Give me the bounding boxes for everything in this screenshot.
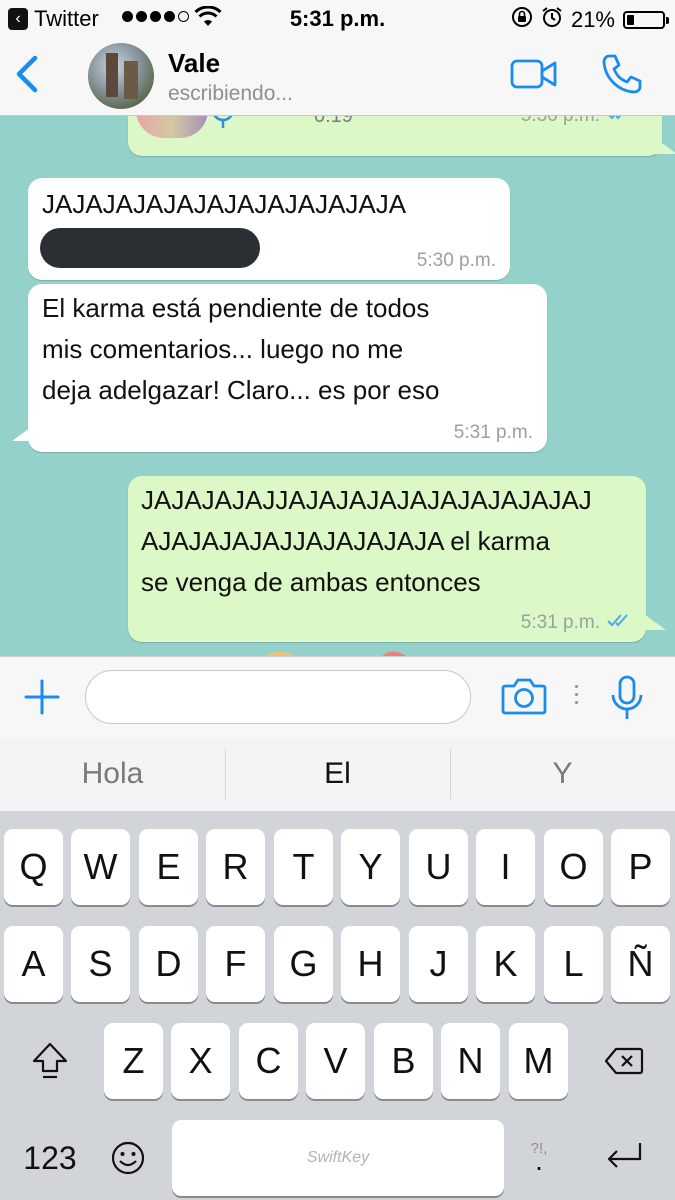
emoji-icon (111, 1141, 145, 1175)
key-w[interactable]: W (71, 829, 130, 905)
message-input-bar (0, 656, 675, 737)
key-i[interactable]: I (476, 829, 535, 905)
outgoing-message-bubble[interactable]: JAJAJAJAJJAJAJAJAJAJAJAJAJAJAJ AJAJAJAJA… (128, 476, 646, 642)
suggestion-center[interactable]: El (225, 737, 450, 811)
read-receipt-icon (606, 116, 632, 127)
key-b[interactable]: B (374, 1023, 433, 1099)
alarm-icon (541, 6, 563, 34)
key-l[interactable]: L (544, 926, 603, 1002)
phone-call-icon[interactable] (600, 52, 644, 101)
message-line: deja adelgazar! Claro... es por eso (42, 375, 440, 405)
suggestion-right[interactable]: Y (450, 737, 675, 811)
shift-key[interactable] (4, 1023, 96, 1099)
message-time: 5:30 p.m. (416, 250, 496, 271)
message-meta: 5:31 p.m. (521, 612, 632, 634)
message-line: se venga de ambas entonces (141, 567, 481, 597)
punctuation-key[interactable]: ?!, · (506, 1120, 572, 1196)
read-receipt-icon (606, 612, 632, 634)
chat-header: Vale escribiendo... (0, 36, 675, 116)
contact-status: escribiendo... (168, 82, 293, 105)
key-g[interactable]: G (274, 926, 333, 1002)
emoji-key[interactable] (96, 1120, 160, 1196)
status-bar: ‹ Twitter 5:31 p.m. 21% (0, 0, 675, 36)
space-key[interactable]: SwiftKey (172, 1120, 504, 1196)
key-e[interactable]: E (139, 829, 198, 905)
camera-icon[interactable] (501, 677, 547, 720)
redacted-text (40, 228, 260, 268)
sticker-partial (250, 636, 410, 656)
voice-sender-thumbnail (136, 116, 208, 138)
key-j[interactable]: J (409, 926, 468, 1002)
bubble-tail (644, 614, 666, 630)
message-time: 5:31 p.m. (453, 422, 533, 443)
key-n-tilde[interactable]: Ñ (611, 926, 670, 1002)
voice-duration: 0:19 (314, 116, 353, 127)
key-r[interactable]: R (206, 829, 265, 905)
message-text: El karma está pendiente de todos mis com… (42, 288, 439, 411)
message-text: JAJAJAJAJJAJAJAJAJAJAJAJAJAJAJ AJAJAJAJA… (141, 480, 592, 603)
bubble-tail (12, 425, 34, 441)
key-f[interactable]: F (206, 926, 265, 1002)
key-y[interactable]: Y (341, 829, 400, 905)
message-text: JAJAJAJAJAJAJAJAJAJAJAJA (42, 189, 407, 219)
incoming-message-bubble[interactable]: El karma está pendiente de todos mis com… (28, 284, 547, 452)
message-line: JAJAJAJAJJAJAJAJAJAJAJAJAJAJAJ (141, 485, 592, 515)
microphone-icon (210, 116, 236, 137)
orientation-lock-icon (511, 6, 533, 34)
message-input[interactable] (85, 670, 471, 724)
swiftkey-logo: SwiftKey (306, 1149, 370, 1166)
suggestion-bar: Hola El Y (0, 737, 675, 811)
key-t[interactable]: T (274, 829, 333, 905)
bubble-tail (655, 138, 675, 154)
back-button[interactable] (14, 54, 40, 99)
message-line: El karma está pendiente de todos (42, 293, 430, 323)
key-h[interactable]: H (341, 926, 400, 1002)
attach-plus-icon[interactable] (24, 679, 60, 720)
key-x[interactable]: X (171, 1023, 230, 1099)
delete-key[interactable] (578, 1023, 670, 1099)
incoming-message-bubble[interactable]: JAJAJAJAJAJAJAJAJAJAJAJA 5:30 p.m. (28, 178, 510, 280)
key-o[interactable]: O (544, 829, 603, 905)
contact-name[interactable]: Vale (168, 48, 220, 79)
video-call-icon[interactable] (510, 58, 558, 95)
key-n[interactable]: N (441, 1023, 500, 1099)
key-q[interactable]: Q (4, 829, 63, 905)
voice-message-bubble[interactable]: 0:19 5:30 p.m. (128, 116, 662, 156)
backspace-icon (604, 1047, 644, 1075)
battery-percent: 21% (570, 7, 615, 32)
keyboard: Hola El Y Q W E R T Y U I O P A S D F G … (0, 737, 675, 1200)
microphone-icon[interactable] (610, 675, 644, 726)
numbers-key[interactable]: 123 (4, 1120, 96, 1196)
message-meta: 5:30 p.m. (521, 116, 632, 127)
chat-area[interactable]: 0:19 5:30 p.m. JAJAJAJAJAJAJAJAJAJAJAJA … (0, 116, 675, 656)
key-u[interactable]: U (409, 829, 468, 905)
key-z[interactable]: Z (104, 1023, 163, 1099)
shift-icon (32, 1042, 68, 1079)
key-a[interactable]: A (4, 926, 63, 1002)
message-line: mis comentarios... luego no me (42, 334, 404, 364)
key-k[interactable]: K (476, 926, 535, 1002)
key-c[interactable]: C (239, 1023, 298, 1099)
key-p[interactable]: P (611, 829, 670, 905)
key-s[interactable]: S (71, 926, 130, 1002)
return-icon (607, 1143, 642, 1168)
more-options-dots (575, 685, 578, 704)
key-m[interactable]: M (509, 1023, 568, 1099)
message-time: 5:30 p.m. (521, 116, 600, 127)
key-d[interactable]: D (139, 926, 198, 1002)
key-v[interactable]: V (306, 1023, 365, 1099)
suggestion-left[interactable]: Hola (0, 737, 225, 811)
period-glyph: · (534, 1150, 544, 1182)
return-key[interactable] (578, 1120, 670, 1196)
message-line: AJAJAJAJAJJAJAJAJAJA el karma (141, 526, 550, 556)
message-time: 5:31 p.m. (520, 612, 600, 633)
avatar[interactable] (88, 43, 154, 109)
battery-icon (623, 11, 669, 29)
